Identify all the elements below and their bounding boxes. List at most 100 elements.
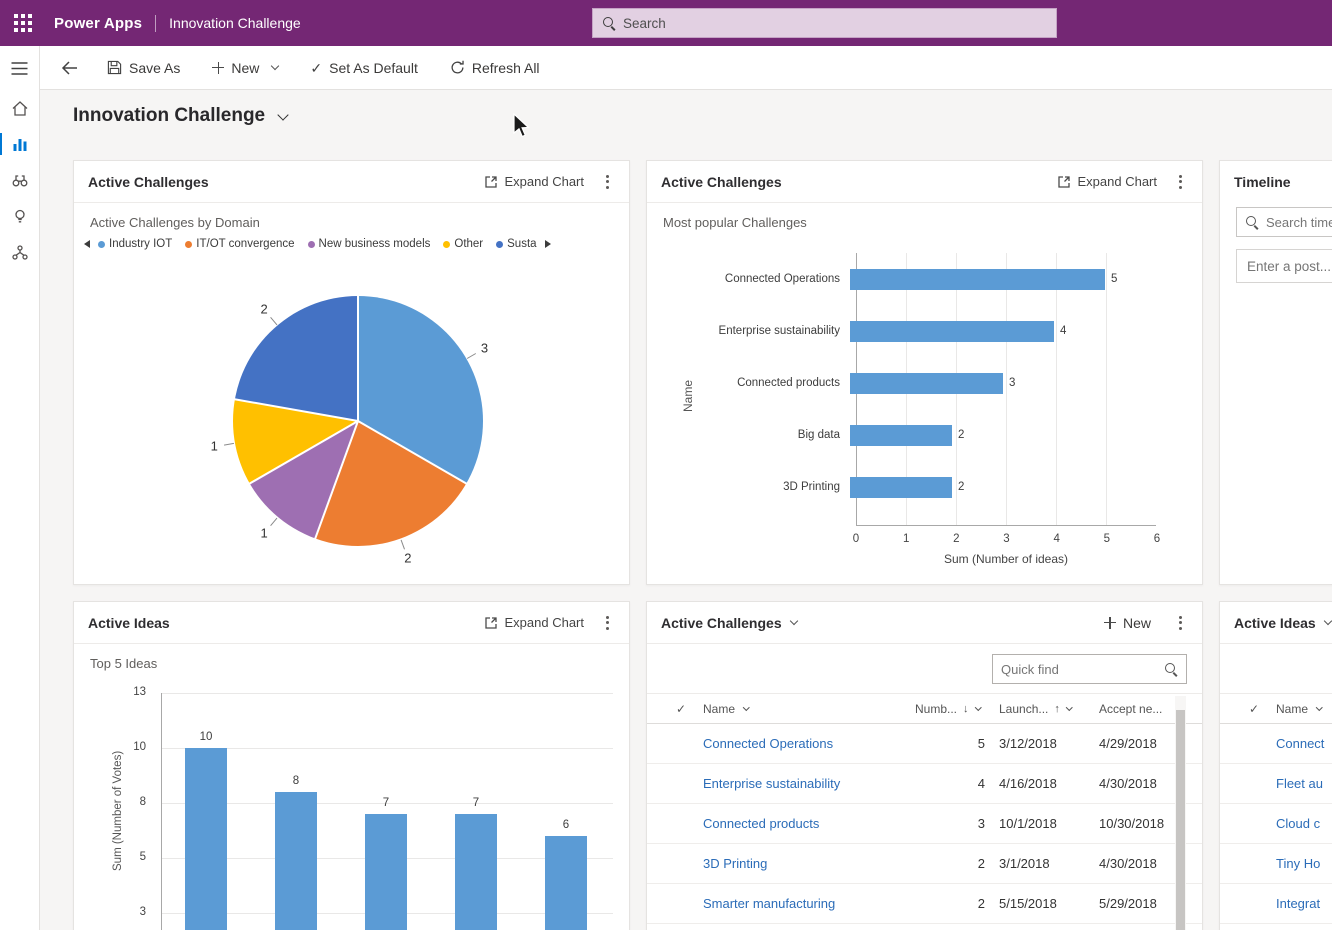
global-search-box[interactable] [592,8,1057,38]
left-nav-rail [0,46,40,930]
table-row[interactable]: 3D Printing23/1/20184/30/2018 [647,844,1202,884]
new-button[interactable]: New [201,51,289,85]
card-menu-button[interactable] [600,612,615,634]
bar-value-label: 7 [473,797,479,809]
legend-item[interactable]: Other [443,238,483,250]
bar[interactable] [850,321,1054,342]
table-row[interactable]: Smarter manufacturing25/15/20185/29/2018 [647,884,1202,924]
back-button[interactable] [52,51,86,85]
row-launch-date: 3/12/2018 [999,736,1099,751]
pie-legend-items: Industry IOT IT/OT convergence New busines… [98,238,537,250]
row-accept-date: 4/29/2018 [1099,736,1218,751]
card-header: Active Challenges Expand Chart [647,161,1202,203]
bar[interactable] [850,425,952,446]
table-row[interactable]: Connect [1220,724,1332,764]
column-header[interactable]: Numb...↓ [915,702,999,716]
y-tick-label: 3 [140,906,146,918]
bar-value-label: 7 [383,797,389,809]
expand-chart-button[interactable]: Expand Chart [484,174,585,189]
row-number: 2 [915,896,999,911]
scrollbar-thumb[interactable] [1176,710,1185,930]
global-search-input[interactable] [623,16,1047,31]
card-menu-button[interactable] [1173,171,1188,193]
legend-next-icon[interactable] [545,240,551,248]
card-menu-button[interactable] [1173,612,1188,634]
row-launch-date: 4/16/2018 [999,776,1099,791]
column-header[interactable]: Name [1276,702,1332,716]
bar[interactable] [545,836,587,930]
timeline-search-input[interactable] [1266,215,1332,230]
expand-chart-button[interactable]: Expand Chart [484,615,585,630]
select-all-cell[interactable]: ✓ [659,703,703,715]
timeline-post-box[interactable]: Enter a post... [1236,249,1332,283]
row-name-link[interactable]: Fleet au [1276,776,1332,791]
chevron-down-icon[interactable] [1323,617,1331,625]
nav-home-button[interactable] [0,90,40,126]
card-header: Active Ideas Expand Chart [74,602,629,644]
table-row[interactable]: Integrat [1220,884,1332,924]
card-title: Active Challenges [661,615,782,631]
row-name-link[interactable]: Connected Operations [703,736,915,751]
hamburger-menu-icon [11,62,28,75]
legend-item[interactable]: Industry IOT [98,238,172,250]
table-row[interactable]: Cloud c [1220,804,1332,844]
row-name-link[interactable]: Integrat [1276,896,1332,911]
bar[interactable] [185,748,227,930]
row-name-link[interactable]: Smarter manufacturing [703,896,915,911]
card-menu-button[interactable] [600,171,615,193]
legend-item[interactable]: Susta [496,238,536,250]
grid-scrollbar[interactable] [1175,696,1186,930]
row-number: 4 [915,776,999,791]
row-name-link[interactable]: 3D Printing [703,856,915,871]
quick-find-input[interactable] [1001,662,1158,677]
grid-toolbar [1220,644,1332,694]
dashboard-selector[interactable]: Innovation Challenge [73,105,287,127]
vbar-yticks: 1310853 [114,693,152,930]
legend-item[interactable]: IT/OT convergence [185,238,294,250]
pie-chart[interactable] [233,296,483,546]
legend-item[interactable]: New business models [308,238,431,250]
table-row[interactable]: Connected products310/1/201810/30/2018 [647,804,1202,844]
bar-category-label: Connected Operations [663,273,850,285]
new-record-button[interactable]: New [1098,608,1157,638]
save-as-icon [107,60,122,75]
table-row[interactable]: Connected Operations53/12/20184/29/2018 [647,724,1202,764]
row-name-link[interactable]: Enterprise sustainability [703,776,915,791]
bar[interactable] [850,373,1003,394]
column-header[interactable]: Launch...↑ [999,702,1099,716]
table-row[interactable]: Fleet au [1220,764,1332,804]
row-name-link[interactable]: Connect [1276,736,1332,751]
nav-ideas-button[interactable] [0,198,40,234]
legend-label: Industry IOT [109,238,172,250]
nav-entities-button[interactable] [0,234,40,270]
table-row[interactable]: Enterprise sustainability44/16/20184/30/… [647,764,1202,804]
column-header[interactable]: Name [703,702,915,716]
bar[interactable] [850,269,1105,290]
save-as-button[interactable]: Save As [96,51,191,85]
bar[interactable] [455,814,497,930]
row-name-link[interactable]: Cloud c [1276,816,1332,831]
quick-find-box[interactable] [992,654,1187,684]
bar[interactable] [275,792,317,930]
set-as-default-button[interactable]: ✓ Set As Default [299,51,428,85]
search-icon [1245,215,1259,229]
select-all-cell[interactable]: ✓ [1232,703,1276,715]
timeline-search-box[interactable] [1236,207,1332,237]
bar[interactable] [850,477,952,498]
chevron-down-icon[interactable] [789,617,797,625]
row-name-link[interactable]: Connected products [703,816,915,831]
app-name[interactable]: Power Apps [54,15,142,32]
nav-dashboards-button[interactable] [0,126,40,162]
site-map-toggle-button[interactable] [0,46,40,90]
pie-value-label: 2 [261,302,268,317]
bar-track: 3 [850,357,1156,409]
bar[interactable] [365,814,407,930]
expand-chart-button[interactable]: Expand Chart [1057,174,1158,189]
app-launcher-button[interactable] [0,0,46,46]
refresh-all-button[interactable]: Refresh All [439,51,551,85]
row-name-link[interactable]: Tiny Ho [1276,856,1332,871]
nav-search-button[interactable] [0,162,40,198]
legend-prev-icon[interactable] [84,240,90,248]
table-row[interactable]: Tiny Ho [1220,844,1332,884]
column-header[interactable]: Accept ne... [1099,702,1218,716]
